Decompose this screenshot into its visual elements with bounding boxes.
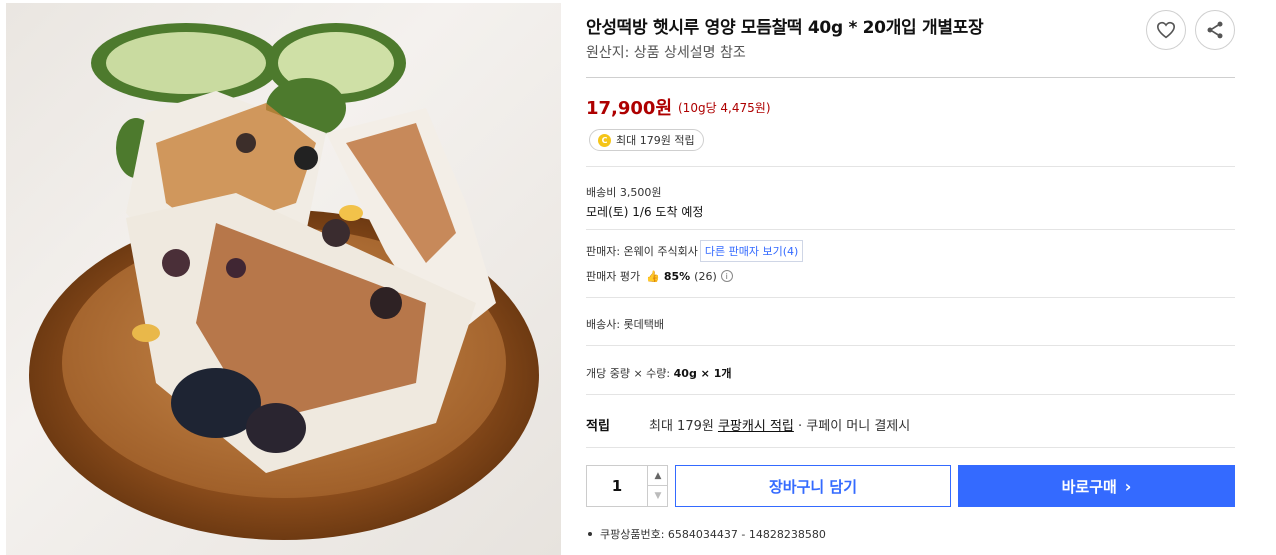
heart-icon — [1156, 21, 1176, 39]
quantity-stepper: 1 ▲ ▼ — [586, 465, 668, 507]
quantity-input[interactable]: 1 — [587, 466, 647, 506]
other-sellers-button[interactable]: 다른 판매자 보기(4) — [699, 240, 804, 262]
divider — [586, 297, 1235, 298]
share-button[interactable] — [1195, 10, 1235, 50]
option-weight-quantity: 개당 중량 × 수량: 40g × 1개 — [586, 365, 731, 381]
info-icon[interactable]: i — [720, 270, 733, 282]
divider — [586, 394, 1235, 395]
buy-now-label: 바로구매 — [1061, 477, 1117, 496]
thumbs-up-icon: 👍 — [646, 269, 660, 283]
option-label: 개당 중량 × 수량: — [586, 367, 674, 380]
reward-badge-label: 최대 179원 적립 — [616, 134, 695, 147]
divider — [586, 447, 1235, 448]
product-title: 안성떡방 햇시루 영양 모듬찰떡 40g * 20개입 개별포장 — [586, 18, 984, 38]
quantity-decrease-button[interactable]: ▼ — [647, 486, 668, 506]
divider — [586, 166, 1235, 167]
bullet-icon — [588, 532, 592, 536]
seller-name: 판매자: 온웨이 주식회사 — [586, 245, 698, 258]
wishlist-button[interactable] — [1146, 10, 1186, 50]
shipping-fee: 배송비 3,500원 — [586, 186, 662, 199]
reward-suffix: · 쿠페이 머니 결제시 — [793, 419, 911, 434]
chevron-right-icon: › — [1124, 476, 1132, 496]
buy-now-button[interactable]: 바로구매 › — [958, 465, 1235, 507]
product-number: 쿠팡상품번호: 6584034437 - 14828238580 — [586, 526, 826, 542]
reward-label: 적립 — [586, 419, 610, 434]
unit-price: (10g당 4,475원) — [678, 101, 771, 115]
seller-rating-percent: 85% — [663, 269, 691, 283]
share-icon — [1207, 21, 1223, 39]
arrival-date: 모레(토) 1/6 도착 예정 — [586, 205, 704, 219]
option-value: 40g × 1개 — [673, 367, 732, 380]
coupang-cash-link[interactable]: 쿠팡캐시 적립 — [718, 419, 794, 434]
product-number-text: 쿠팡상품번호: 6584034437 - 14828238580 — [600, 528, 826, 541]
product-price: 17,900원 — [586, 98, 673, 119]
reward-badge: C 최대 179원 적립 — [589, 129, 704, 151]
product-photo-illustration — [29, 23, 539, 540]
add-to-cart-button[interactable]: 장바구니 담기 — [675, 465, 951, 507]
seller-row: 판매자: 온웨이 주식회사 다른 판매자 보기(4) — [586, 240, 804, 262]
product-info-panel: 안성떡방 햇시루 영양 모듬찰떡 40g * 20개입 개별포장 원산지: 상품… — [586, 0, 1235, 555]
divider — [586, 77, 1235, 78]
coin-icon: C — [598, 133, 611, 147]
reward-detail: 최대 179원 쿠팡캐시 적립 · 쿠페이 머니 결제시 — [649, 415, 910, 434]
seller-rating-count: (26) — [694, 269, 717, 283]
divider — [586, 345, 1235, 346]
product-origin: 원산지: 상품 상세설명 참조 — [586, 45, 746, 61]
divider — [586, 229, 1235, 230]
product-image — [6, 3, 561, 555]
seller-rating-label: 판매자 평가 — [586, 270, 641, 283]
shipping-carrier: 배송사: 롯데택배 — [586, 318, 665, 331]
reward-prefix: 최대 179원 — [649, 419, 718, 434]
seller-rating-row: 판매자 평가 👍 85% (26) i — [586, 268, 733, 284]
quantity-increase-button[interactable]: ▲ — [647, 466, 668, 486]
